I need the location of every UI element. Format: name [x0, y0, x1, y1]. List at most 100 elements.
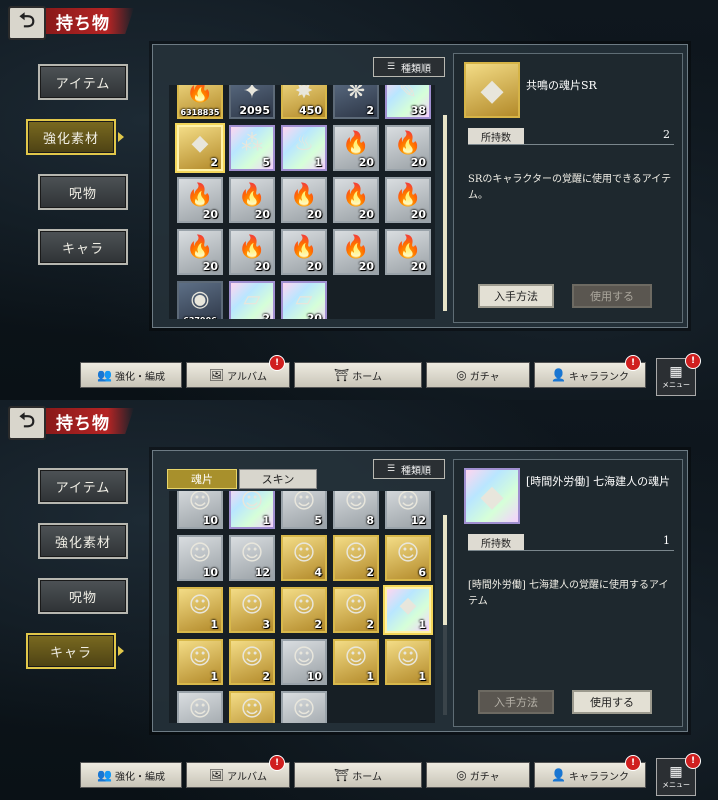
item-slot[interactable]: ▱ 2	[229, 281, 275, 319]
item-slot[interactable]: ☺ 2	[333, 535, 379, 581]
item-count: 1	[366, 670, 374, 683]
item-slot[interactable]: ☺ 12	[229, 535, 275, 581]
grid-scrollbar[interactable]	[443, 515, 447, 715]
scrollbar-thumb[interactable]	[443, 515, 447, 625]
tab-soul-fragments[interactable]: 魂片	[167, 469, 237, 489]
bottom-nav-gacha[interactable]: ◎ ガチャ	[426, 762, 530, 788]
item-slot[interactable]: 🔥 20	[333, 177, 379, 223]
item-slot[interactable]: ▱ 20	[281, 281, 327, 319]
item-slot[interactable]: ☺ 2	[229, 639, 275, 685]
item-slot[interactable]: ♨ 1	[281, 125, 327, 171]
item-slot[interactable]: ☺ 12	[385, 491, 431, 529]
grid-scrollbar[interactable]	[443, 115, 447, 311]
item-slot[interactable]: ☺ 2	[281, 587, 327, 633]
item-slot[interactable]: ☺ 5	[281, 491, 327, 529]
bottom-nav-home[interactable]: ⛩ ホーム	[294, 362, 422, 388]
menu-button[interactable]: ▦ メニュー !	[656, 753, 701, 796]
item-slot[interactable]: ⁂ 5	[229, 125, 275, 171]
item-slot[interactable]: 🔥 20	[385, 229, 431, 275]
bottom-nav-home[interactable]: ⛩ ホーム	[294, 762, 422, 788]
item-slot[interactable]: ☺	[177, 691, 223, 723]
nav-item-materials[interactable]: 強化素材	[26, 119, 124, 155]
item-slot[interactable]: ☺ 1	[385, 639, 431, 685]
back-button[interactable]: ⮌	[8, 406, 46, 440]
how-to-obtain-button[interactable]: 入手方法	[478, 284, 554, 308]
nav-item-cursed-objects[interactable]: 呪物	[38, 174, 128, 210]
item-slot[interactable]: ☺ 8	[333, 491, 379, 529]
bottom-nav-character-rank[interactable]: 👤 キャラランク!	[534, 755, 646, 788]
item-slot[interactable]: 🔥 20	[385, 177, 431, 223]
menu-button[interactable]: ▦ メニュー !	[656, 353, 701, 396]
item-slot[interactable]: ❋ 2	[333, 85, 379, 119]
item-icon: 🔥	[186, 235, 214, 260]
item-slot[interactable]: ☺ 1	[177, 587, 223, 633]
item-grid-area[interactable]: ☺ 10 ☺ 1 ☺ 5 ☺ 8 ☺ 12 ☺ 10 ☺ 12 ☺ 4 ☺ 2 ☺ 6 ☺ 1 ☺ 3 ☺ 2 ☺ 2 ◆ 1 ☺ 1 ☺ 2 ☺ 1…	[169, 491, 435, 723]
item-icon: 🔥	[186, 183, 214, 208]
item-slot[interactable]: 🔥 20	[229, 229, 275, 275]
bottom-nav-album[interactable]: 🖼 アルバム!	[186, 355, 290, 388]
item-slot[interactable]: ✦ 2095	[229, 85, 275, 119]
item-slot[interactable]: 🔥 20	[281, 177, 327, 223]
tab-skins[interactable]: スキン	[239, 469, 317, 489]
nav-item-items[interactable]: アイテム	[38, 64, 128, 100]
item-count: 2	[262, 670, 270, 683]
item-slot[interactable]: 🔥 20	[333, 125, 379, 171]
item-icon: ☺	[396, 645, 420, 670]
item-slot[interactable]: ☺ 6	[385, 535, 431, 581]
scrollbar-thumb[interactable]	[443, 115, 447, 311]
item-slot[interactable]: ☺ 1	[177, 639, 223, 685]
item-slot[interactable]: ✸ 450	[281, 85, 327, 119]
item-slot[interactable]: 🔥 20	[229, 177, 275, 223]
item-icon: 🔥	[342, 235, 370, 260]
item-slot[interactable]: ☺ 1	[333, 639, 379, 685]
back-button[interactable]: ⮌	[8, 6, 46, 40]
bottom-nav-label: キャラランク	[568, 771, 629, 783]
item-slot[interactable]: ◆ 1	[385, 587, 431, 633]
sort-button[interactable]: ☰ 種類順	[373, 459, 445, 479]
item-slot[interactable]: ☺ 10	[281, 639, 327, 685]
item-slot[interactable]: ☺	[281, 691, 327, 723]
inventory-screen-characters: ⮌ 持ち物 アイテム 強化素材 呪物 キャラ 魂片 スキン ☰ 種類順 ☺ 10 ☺…	[0, 400, 718, 800]
item-slot[interactable]: 🔥 6318835	[177, 85, 223, 119]
item-count: 20	[358, 260, 374, 273]
item-slot[interactable]: 🔥 20	[333, 229, 379, 275]
item-icon: ⁂	[241, 131, 263, 156]
item-count: 20	[306, 312, 322, 319]
side-nav: アイテム 強化素材 呪物 キャラ	[26, 64, 130, 284]
item-slot[interactable]: 🔥 20	[281, 229, 327, 275]
inventory-screen-materials: ⮌ 持ち物 アイテム 強化素材 呪物 キャラ ☰ 種類順 🔥 6318835 ✦ 20…	[0, 0, 718, 400]
item-slot[interactable]: ☺ 10	[177, 491, 223, 529]
inventory-panel: ☰ 種類順 🔥 6318835 ✦ 2095 ✸ 450 ❋ 2 ✎ 38 ◆ 2 ⁂ 5 ♨ 1 🔥 20 🔥 20…	[152, 44, 688, 328]
nav-item-characters[interactable]: キャラ	[26, 633, 124, 669]
item-count: 6318835	[180, 108, 220, 117]
item-slot[interactable]: 🔥 20	[177, 177, 223, 223]
item-detail-panel: ◆ 共鳴の魂片SR 所持数 2 SRのキャラクターの覚醒に使用できるアイテム。 …	[453, 53, 683, 323]
item-slot[interactable]: ◉ 637906	[177, 281, 223, 319]
nav-item-cursed-objects[interactable]: 呪物	[38, 578, 128, 614]
item-grid-area[interactable]: 🔥 6318835 ✦ 2095 ✸ 450 ❋ 2 ✎ 38 ◆ 2 ⁂ 5 ♨ 1 🔥 20 🔥 20 🔥 20 🔥 20…	[169, 85, 435, 319]
use-button[interactable]: 使用する	[572, 284, 652, 308]
nav-item-materials[interactable]: 強化素材	[38, 523, 128, 559]
bottom-nav-enhance[interactable]: 👥 強化・編成	[80, 362, 182, 388]
nav-item-items[interactable]: アイテム	[38, 468, 128, 504]
bottom-nav-album[interactable]: 🖼 アルバム!	[186, 755, 290, 788]
nav-item-characters[interactable]: キャラ	[38, 229, 128, 265]
item-slot[interactable]: ☺	[229, 691, 275, 723]
album-icon: 🖼	[208, 768, 225, 782]
sort-button[interactable]: ☰ 種類順	[373, 57, 445, 77]
item-slot[interactable]: ☺ 10	[177, 535, 223, 581]
bottom-nav-character-rank[interactable]: 👤 キャラランク!	[534, 355, 646, 388]
use-button[interactable]: 使用する	[572, 690, 652, 714]
item-slot[interactable]: ✎ 38	[385, 85, 431, 119]
how-to-obtain-button[interactable]: 入手方法	[478, 690, 554, 714]
item-slot[interactable]: ☺ 2	[333, 587, 379, 633]
item-slot[interactable]: ☺ 4	[281, 535, 327, 581]
bottom-nav-enhance[interactable]: 👥 強化・編成	[80, 762, 182, 788]
item-count: 38	[410, 104, 426, 117]
item-slot[interactable]: ◆ 2	[177, 125, 223, 171]
item-slot[interactable]: 🔥 20	[385, 125, 431, 171]
item-slot[interactable]: 🔥 20	[177, 229, 223, 275]
item-slot[interactable]: ☺ 1	[229, 491, 275, 529]
bottom-nav-gacha[interactable]: ◎ ガチャ	[426, 362, 530, 388]
item-slot[interactable]: ☺ 3	[229, 587, 275, 633]
